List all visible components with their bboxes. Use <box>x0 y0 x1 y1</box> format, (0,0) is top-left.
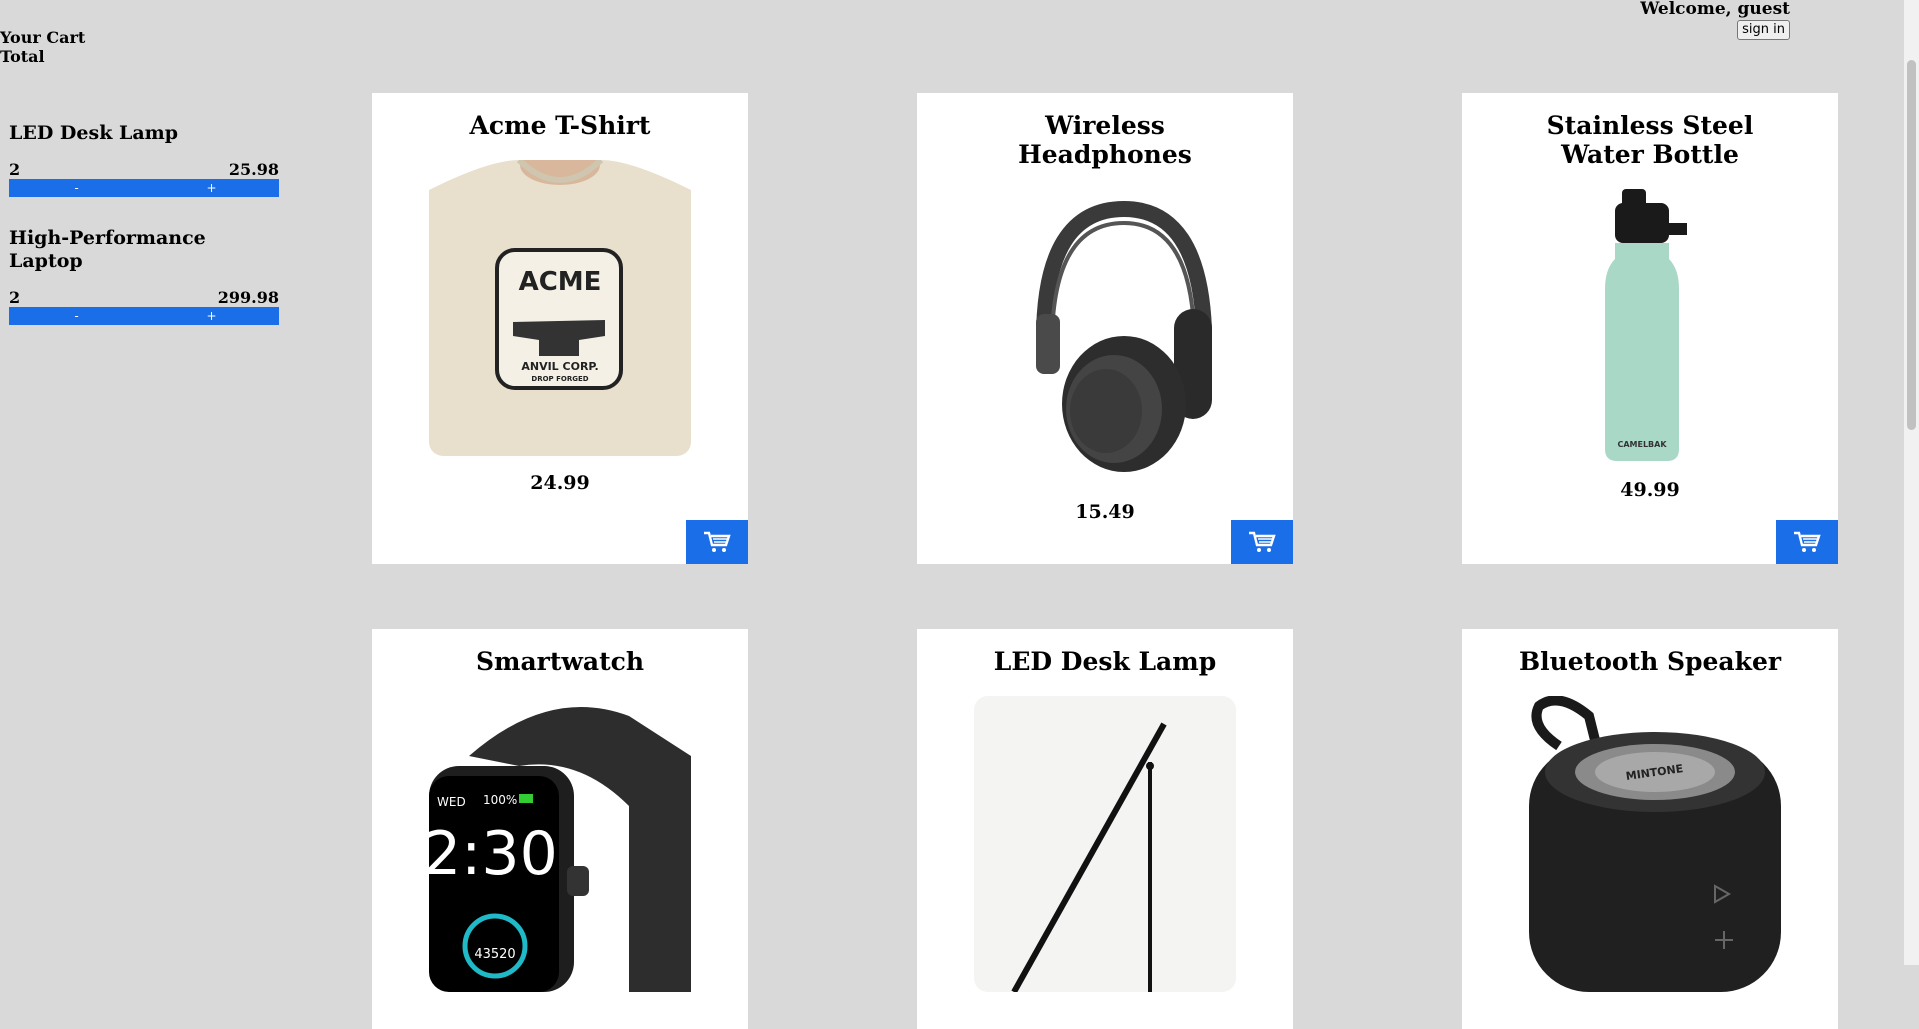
product-title: Wireless Headphones <box>1018 111 1192 169</box>
cart-item: LED Desk Lamp 2 25.98 - + <box>9 122 279 197</box>
watch-day-text: WED <box>437 795 466 809</box>
cart-icon <box>1249 531 1276 552</box>
decrease-qty-button[interactable]: - <box>9 307 144 325</box>
product-card: Acme T-Shirt ACME ANVIL CORP. DROP FORGE… <box>372 93 748 564</box>
product-title: LED Desk Lamp <box>993 647 1217 676</box>
product-price: 49.99 <box>1620 479 1680 501</box>
page-scrollbar[interactable] <box>1904 0 1919 965</box>
cart-item-row: 2 25.98 <box>9 161 279 179</box>
product-title: Smartwatch <box>475 647 645 676</box>
headphones-image <box>974 189 1236 485</box>
cart-item-amount: 299.98 <box>217 288 279 307</box>
cart-title: Your Cart <box>0 28 86 47</box>
cart-item: High-Performance Laptop 2 299.98 - + <box>9 227 279 325</box>
product-price: 24.99 <box>530 472 590 494</box>
welcome-area: Welcome, guest sign in <box>1640 0 1790 40</box>
product-title: Acme T-Shirt <box>469 111 651 140</box>
add-to-cart-button[interactable] <box>1776 520 1838 564</box>
add-to-cart-button[interactable] <box>686 520 748 564</box>
product-card: LED Desk Lamp <box>917 629 1293 1029</box>
tshirt-image: ACME ANVIL CORP. DROP FORGED <box>429 160 691 456</box>
cart-icon <box>704 531 731 552</box>
tshirt-sub2-text: DROP FORGED <box>531 375 588 383</box>
bluetooth-speaker-image: MINTONE <box>1519 696 1781 992</box>
welcome-text: Welcome, guest <box>1640 0 1790 19</box>
watch-battery-text: 100% <box>483 793 517 807</box>
water-bottle-image: CAMELBAK <box>1519 189 1781 461</box>
product-title: Stainless Steel Water Bottle <box>1546 111 1754 169</box>
qty-controls: - + <box>9 307 279 325</box>
scrollbar-thumb[interactable] <box>1907 60 1916 430</box>
smartwatch-image: WED 100% 2:30 43520 <box>429 696 691 992</box>
watch-time-text: 2:30 <box>429 819 558 889</box>
cart-item-amount: 25.98 <box>228 160 279 179</box>
cart-header: Your Cart Total <box>0 28 85 66</box>
cart-item-name: LED Desk Lamp <box>9 122 179 144</box>
product-card: Wireless Headphones 15.49 <box>917 93 1293 564</box>
product-card: Stainless Steel Water Bottle CAMELBAK 49… <box>1462 93 1838 564</box>
cart-item-row: 2 299.98 <box>9 289 279 307</box>
product-card: Smartwatch WED 100% 2:30 43520 <box>372 629 748 1029</box>
bottle-brand-text: CAMELBAK <box>1617 440 1667 449</box>
cart-item-name: High-Performance Laptop <box>9 227 206 272</box>
tshirt-brand-text: ACME <box>519 267 602 297</box>
watch-steps-text: 43520 <box>474 947 515 962</box>
cart-icon <box>1794 531 1821 552</box>
product-card: Bluetooth Speaker MINTONE <box>1462 629 1838 1029</box>
desk-lamp-image <box>974 696 1236 992</box>
sign-in-button[interactable]: sign in <box>1737 20 1790 40</box>
cart-item-qty: 2 <box>9 288 21 307</box>
tshirt-sub-text: ANVIL CORP. <box>521 360 598 373</box>
cart-list: LED Desk Lamp 2 25.98 - + High-Performan… <box>9 122 279 355</box>
increase-qty-button[interactable]: + <box>144 179 279 197</box>
cart-total-label: Total <box>0 47 45 66</box>
product-title: Bluetooth Speaker <box>1518 647 1782 676</box>
increase-qty-button[interactable]: + <box>144 307 279 325</box>
qty-controls: - + <box>9 179 279 197</box>
cart-item-qty: 2 <box>9 160 21 179</box>
decrease-qty-button[interactable]: - <box>9 179 144 197</box>
add-to-cart-button[interactable] <box>1231 520 1293 564</box>
